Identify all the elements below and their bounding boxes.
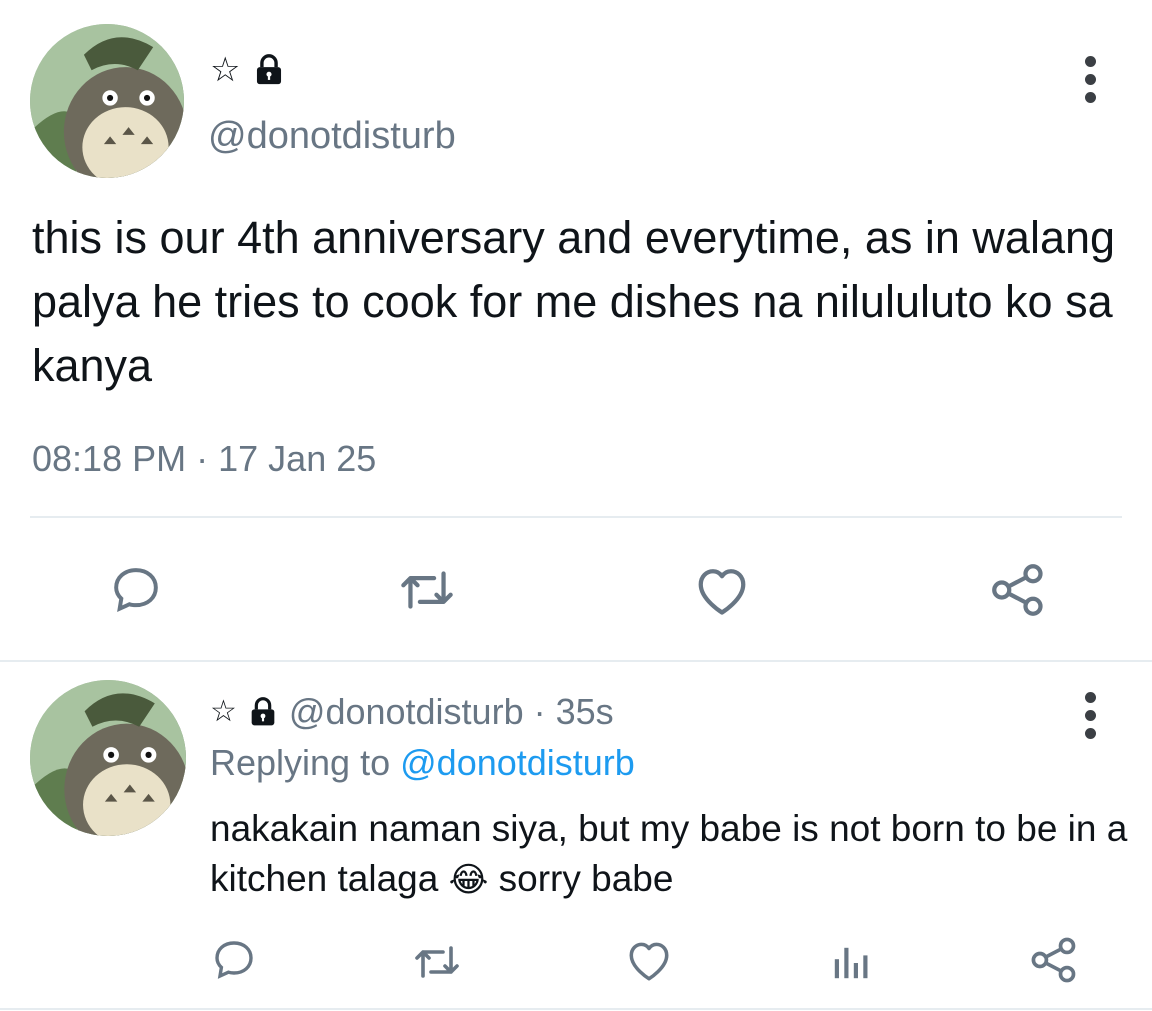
lock-icon — [247, 696, 279, 728]
avatar[interactable] — [30, 24, 184, 178]
tears-of-joy-emoji: 😂 — [448, 861, 489, 899]
handle[interactable]: @donotdisturb — [208, 112, 456, 160]
reply-age: 35s — [555, 691, 614, 732]
reply-text: nakakain naman siya, but my babe is not … — [210, 804, 1130, 905]
separator: · — [196, 438, 209, 479]
tweet-timestamp: 08:18 PM · 17 Jan 25 — [32, 436, 376, 482]
totoro-avatar-image — [30, 24, 184, 178]
tweet-text: this is our 4th anniversary and everytim… — [32, 212, 1116, 391]
tweet-time: 08:18 PM — [32, 438, 187, 479]
star-icon: ☆ — [210, 695, 237, 728]
reply-header: ☆ @donotdisturb · 35s — [210, 690, 614, 734]
share-icon[interactable] — [1028, 936, 1080, 984]
handle[interactable]: @donotdisturb — [289, 691, 524, 733]
share-icon[interactable] — [988, 562, 1048, 618]
tweet-date: 17 Jan 25 — [218, 438, 377, 479]
retweet-icon[interactable] — [410, 940, 464, 984]
retweet-icon[interactable] — [396, 564, 458, 616]
like-icon[interactable] — [624, 936, 674, 984]
more-options-icon[interactable] — [1080, 692, 1100, 739]
reply-text-part2: sorry babe — [498, 858, 674, 899]
avatar[interactable] — [30, 680, 186, 836]
divider — [0, 660, 1152, 662]
analytics-icon[interactable] — [828, 944, 872, 982]
replying-prefix: Replying to — [210, 742, 391, 783]
reply-icon[interactable] — [210, 936, 258, 984]
like-icon[interactable] — [692, 562, 752, 618]
divider — [30, 516, 1122, 518]
totoro-avatar-image — [30, 680, 186, 836]
lock-icon — [252, 53, 286, 87]
replying-to: Replying to @donotdisturb — [210, 740, 635, 786]
reply-icon[interactable] — [108, 562, 164, 618]
separator: · — [533, 691, 546, 732]
divider — [0, 1008, 1152, 1010]
more-options-icon[interactable] — [1080, 56, 1100, 103]
star-icon: ☆ — [210, 51, 241, 89]
replying-handle-link[interactable]: @donotdisturb — [400, 742, 635, 783]
display-name[interactable]: ☆ — [210, 52, 286, 88]
